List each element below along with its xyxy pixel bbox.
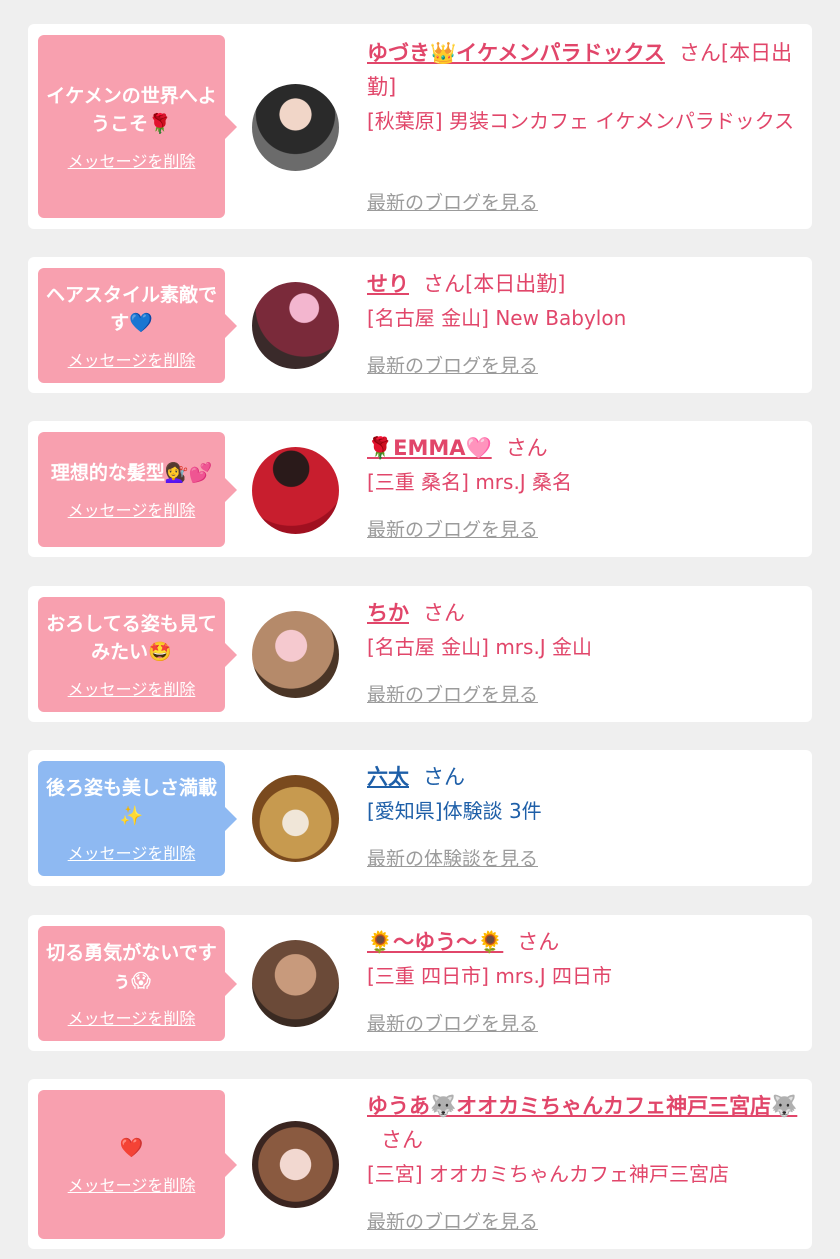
message-bubble: 切る勇気がないですぅ😱 メッセージを削除 [38,926,237,1041]
name-line: せり さん[本日出勤] [367,267,807,301]
cast-name-link[interactable]: ゆづき👑イケメンパラドックス [367,41,665,65]
review-count-text: [愛知県]体験談 3件 [367,799,542,823]
message-text: 後ろ姿も美しさ満載✨ [46,776,218,827]
list-item: イケメンの世界へようこそ🌹 メッセージを削除 ゆづき👑イケメンパラドックス さん[… [28,24,812,229]
latest-blog-link[interactable]: 最新のブログを見る [367,1009,538,1036]
message-text: ❤️ [119,1136,144,1159]
avatar[interactable] [252,84,339,171]
honorific: さん [381,1128,423,1152]
cast-name-link[interactable]: せり [367,272,409,296]
message-bubble: ❤️ メッセージを削除 [38,1090,237,1239]
honorific: さん [423,272,465,296]
reviewer-name-link[interactable]: 六太 [367,765,409,789]
message-bubble: 後ろ姿も美しさ満載✨ メッセージを削除 [38,761,237,876]
shop-text: [秋葉原] 男装コンカフェ イケメンパラドックス [367,109,795,133]
delete-message-link[interactable]: メッセージを削除 [68,1005,196,1029]
delete-message-link[interactable]: メッセージを削除 [68,1172,196,1196]
status-text: [本日出勤] [465,272,566,296]
shop-text: [三重 桑名] mrs.J 桑名 [367,470,573,494]
list-item: 切る勇気がないですぅ😱 メッセージを削除 🌻〜ゆう〜🌻 さん [三重 四日市] m… [28,915,812,1051]
list-item: ヘアスタイル素敵です💙 メッセージを削除 せり さん[本日出勤] [名古屋 金山]… [28,257,812,393]
message-text: おろしてる姿も見てみたい🤩 [46,612,217,663]
shop-text: [名古屋 金山] mrs.J 金山 [367,635,593,659]
latest-blog-link[interactable]: 最新のブログを見る [367,188,538,215]
name-line: ゆづき👑イケメンパラドックス さん[本日出勤] [367,36,807,104]
delete-message-link[interactable]: メッセージを削除 [68,840,196,864]
latest-blog-link[interactable]: 最新のブログを見る [367,1207,538,1234]
cast-info: 🌻〜ゆう〜🌻 さん [三重 四日市] mrs.J 四日市 最新のブログを見る [367,925,807,1035]
message-bubble: 理想的な髪型💇‍♀️💕 メッセージを削除 [38,432,237,547]
honorific: さん [423,765,465,789]
avatar[interactable] [252,940,339,1027]
latest-blog-link[interactable]: 最新のブログを見る [367,515,538,542]
message-text: イケメンの世界へようこそ🌹 [46,84,217,135]
delete-message-link[interactable]: メッセージを削除 [68,497,196,521]
message-bubble: ヘアスタイル素敵です💙 メッセージを削除 [38,268,237,383]
name-line: 🌻〜ゆう〜🌻 さん [367,925,807,959]
avatar[interactable] [252,447,339,534]
message-bubble: イケメンの世界へようこそ🌹 メッセージを削除 [38,35,237,218]
list-item: 理想的な髪型💇‍♀️💕 メッセージを削除 🌹EMMA🩷 さん [三重 桑名] mr… [28,421,812,557]
name-line: ちか さん [367,596,807,630]
latest-blog-link[interactable]: 最新のブログを見る [367,351,538,378]
list-item: 後ろ姿も美しさ満載✨ メッセージを削除 六太 さん [愛知県]体験談 3件 最新の… [28,750,812,886]
cast-info: せり さん[本日出勤] [名古屋 金山] New Babylon 最新のブログを見… [367,267,807,377]
message-text: 切る勇気がないですぅ😱 [46,941,217,992]
honorific: さん [423,601,465,625]
list-item: ❤️ メッセージを削除 ゆうあ🐺オオカミちゃんカフェ神戸三宮店🐺 さん [三宮] … [28,1079,812,1249]
avatar[interactable] [252,775,339,862]
shop-text: [三宮] オオカミちゃんカフェ神戸三宮店 [367,1162,729,1186]
avatar[interactable] [252,282,339,369]
cast-name-link[interactable]: 🌻〜ゆう〜🌻 [367,930,503,954]
list-item: おろしてる姿も見てみたい🤩 メッセージを削除 ちか さん [名古屋 金山] mrs… [28,586,812,722]
cast-info: ゆづき👑イケメンパラドックス さん[本日出勤] [秋葉原] 男装コンカフェ イケメ… [367,36,807,214]
latest-blog-link[interactable]: 最新のブログを見る [367,680,538,707]
name-line: 六太 さん [367,760,807,794]
cast-info: ゆうあ🐺オオカミちゃんカフェ神戸三宮店🐺 さん [三宮] オオカミちゃんカフェ神戸… [367,1089,807,1233]
honorific: さん [678,41,721,65]
cast-info: ちか さん [名古屋 金山] mrs.J 金山 最新のブログを見る [367,596,807,706]
message-text: 理想的な髪型💇‍♀️💕 [50,461,213,484]
name-line: ゆうあ🐺オオカミちゃんカフェ神戸三宮店🐺 さん [367,1089,807,1157]
avatar[interactable] [252,611,339,698]
message-text: ヘアスタイル素敵です💙 [46,283,218,334]
delete-message-link[interactable]: メッセージを削除 [68,676,196,700]
cast-name-link[interactable]: ゆうあ🐺オオカミちゃんカフェ神戸三宮店🐺 [367,1094,797,1118]
message-bubble: おろしてる姿も見てみたい🤩 メッセージを削除 [38,597,237,712]
honorific: さん [517,930,560,954]
shop-text: [名古屋 金山] New Babylon [367,306,627,330]
shop-text: [三重 四日市] mrs.J 四日市 [367,964,613,988]
honorific: さん [505,436,548,460]
cast-name-link[interactable]: ちか [367,601,409,625]
delete-message-link[interactable]: メッセージを削除 [68,347,196,371]
name-line: 🌹EMMA🩷 さん [367,431,807,465]
cast-info: 🌹EMMA🩷 さん [三重 桑名] mrs.J 桑名 最新のブログを見る [367,431,807,541]
avatar[interactable] [252,1121,339,1208]
cast-info: 六太 さん [愛知県]体験談 3件 最新の体験談を見る [367,760,807,870]
delete-message-link[interactable]: メッセージを削除 [68,148,196,172]
cast-name-link[interactable]: 🌹EMMA🩷 [367,436,492,460]
latest-review-link[interactable]: 最新の体験談を見る [367,844,538,871]
